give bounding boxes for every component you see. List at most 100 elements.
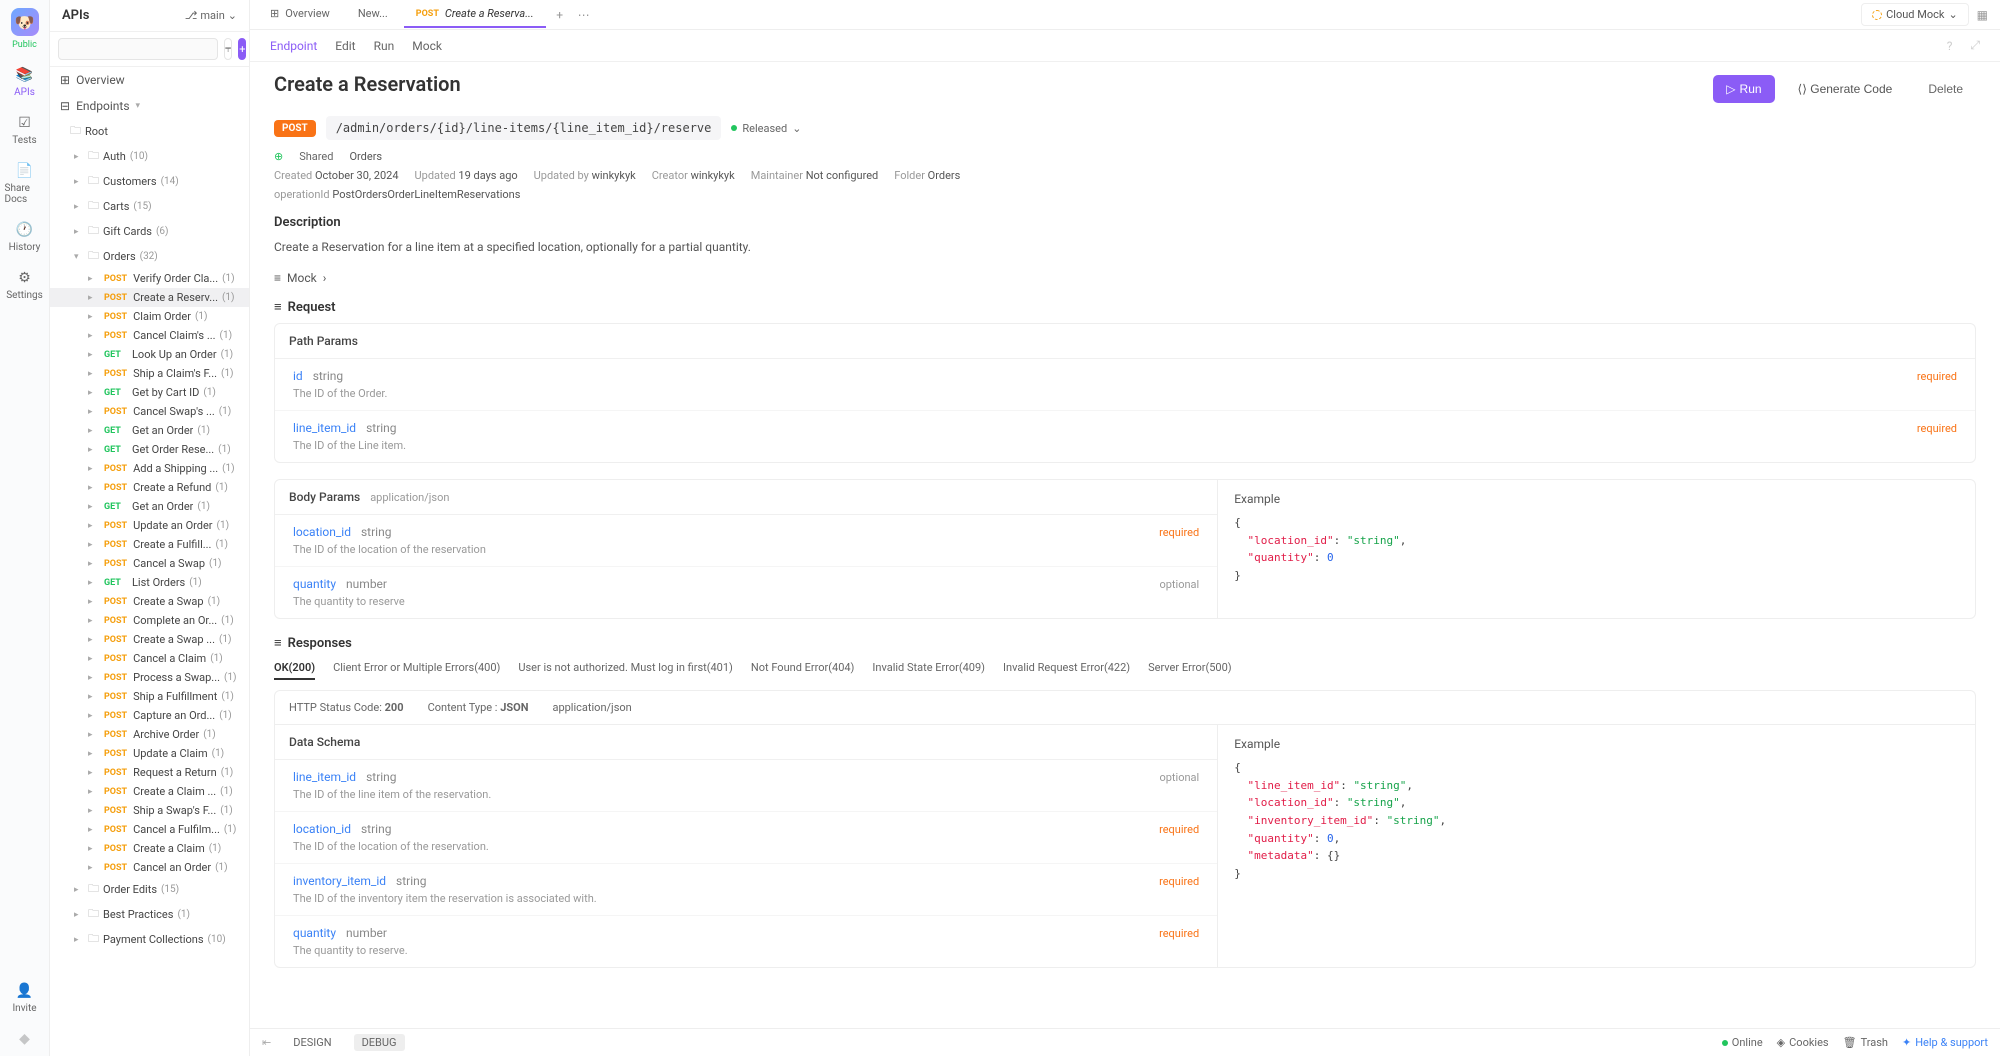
endpoint-row[interactable]: ▸POSTCreate a Claim ... (1): [50, 782, 249, 801]
folder-row[interactable]: ▸🗀Order Edits (15): [50, 877, 249, 902]
response-tabs: OK(200) Client Error or Multiple Errors(4…: [274, 661, 1976, 680]
endpoint-row[interactable]: ▸POSTVerify Order Cla... (1): [50, 269, 249, 288]
debug-tab[interactable]: DEBUG: [354, 1034, 405, 1051]
branch-selector[interactable]: ⎇ main ⌄: [185, 9, 237, 22]
folder-row[interactable]: ▸🗀Best Practices (1): [50, 902, 249, 927]
resp-ct: JSON: [500, 701, 528, 714]
generate-code-button[interactable]: ⟨⟩ Generate Code: [1785, 75, 1906, 103]
endpoint-row[interactable]: ▸POSTShip a Fulfillment (1): [50, 687, 249, 706]
folder-row[interactable]: ▸🗀Auth (10): [50, 144, 249, 169]
endpoint-row[interactable]: ▸GETLook Up an Order (1): [50, 345, 249, 364]
endpoint-row[interactable]: ▸GETList Orders (1): [50, 573, 249, 592]
subtab-run[interactable]: Run: [374, 39, 395, 53]
subtab-edit[interactable]: Edit: [335, 39, 355, 53]
help-button[interactable]: ✦ Help & support: [1902, 1036, 1988, 1049]
endpoint-row[interactable]: ▸POSTAdd a Shipping ... (1): [50, 459, 249, 478]
endpoint-row[interactable]: ▸POSTShip a Claim's F... (1): [50, 364, 249, 383]
design-tab[interactable]: DESIGN: [285, 1034, 339, 1051]
endpoint-row[interactable]: ▸POSTCapture an Ord... (1): [50, 706, 249, 725]
endpoint-row[interactable]: ▸GETGet by Cart ID (1): [50, 383, 249, 402]
endpoint-row[interactable]: ▸POSTCreate a Fulfill... (1): [50, 535, 249, 554]
response-tab[interactable]: User is not authorized. Must log in firs…: [518, 661, 733, 680]
response-tab[interactable]: Invalid Request Error(422): [1003, 661, 1130, 680]
endpoint-row[interactable]: ▸POSTUpdate an Order (1): [50, 516, 249, 535]
overview-label: Overview: [76, 73, 125, 87]
endpoint-row[interactable]: ▸POSTCreate a Claim (1): [50, 839, 249, 858]
mock-section-toggle[interactable]: ≡Mock›: [274, 271, 1976, 285]
endpoint-row[interactable]: ▸POSTCancel Claim's ... (1): [50, 326, 249, 345]
filter-button[interactable]: ⫧: [224, 38, 232, 60]
endpoint-row[interactable]: ▸POSTCreate a Swap (1): [50, 592, 249, 611]
endpoint-row[interactable]: ▸POSTCancel a Fulfilm... (1): [50, 820, 249, 839]
rail-apis[interactable]: 📚APIs: [5, 58, 45, 106]
sidebar-title: APIs: [62, 8, 177, 23]
help-icon[interactable]: ?: [1947, 39, 1953, 53]
endpoint-row[interactable]: ▸POSTCancel an Order (1): [50, 858, 249, 877]
endpoint-row[interactable]: ▸GETGet an Order (1): [50, 421, 249, 440]
search-input[interactable]: [58, 38, 218, 60]
invite-icon: 👤: [16, 982, 34, 1000]
rail-settings[interactable]: ⚙Settings: [5, 261, 45, 309]
add-button[interactable]: +: [238, 38, 246, 60]
add-tab-button[interactable]: +: [550, 5, 570, 25]
rail-apidog[interactable]: ◆: [5, 1022, 45, 1056]
folder-row[interactable]: ▸🗀Customers (14): [50, 169, 249, 194]
endpoint-row[interactable]: ▸POSTCancel a Swap (1): [50, 554, 249, 573]
endpoint-row[interactable]: ▸POSTCancel a Claim (1): [50, 649, 249, 668]
endpoint-tree: 🗀Root ▸🗀Auth (10)▸🗀Customers (14)▸🗀Carts…: [50, 119, 249, 1056]
response-tab[interactable]: Client Error or Multiple Errors(400): [333, 661, 500, 680]
response-tab[interactable]: OK(200): [274, 661, 315, 680]
endpoint-row[interactable]: ▸POSTProcess a Swap... (1): [50, 668, 249, 687]
rail-invite-label: Invite: [12, 1003, 36, 1014]
response-tab[interactable]: Invalid State Error(409): [872, 661, 985, 680]
endpoint-row[interactable]: ▸POSTShip a Swap's F... (1): [50, 801, 249, 820]
tab-active[interactable]: POSTCreate a Reserva...: [404, 1, 546, 28]
folder-row[interactable]: ▸🗀Gift Cards (6): [50, 219, 249, 244]
endpoint-row[interactable]: ▸POSTCancel Swap's ... (1): [50, 402, 249, 421]
subtab-mock[interactable]: Mock: [412, 39, 442, 53]
folder-row[interactable]: ▾🗀Orders (32): [50, 244, 249, 269]
tab-more-button[interactable]: ⋯: [574, 5, 594, 25]
rail-tests[interactable]: ☑Tests: [5, 106, 45, 154]
subtab-endpoint[interactable]: Endpoint: [270, 39, 317, 53]
endpoints-section[interactable]: ⊟Endpoints ▾: [50, 93, 249, 119]
rail-tests-label: Tests: [12, 135, 36, 146]
endpoint-row[interactable]: ▸POSTComplete an Or... (1): [50, 611, 249, 630]
response-tab[interactable]: Server Error(500): [1148, 661, 1231, 680]
root-node[interactable]: 🗀Root: [50, 119, 249, 144]
folder-row[interactable]: ▸🗀Payment Collections (10): [50, 927, 249, 952]
rail-history[interactable]: 🕐History: [5, 213, 45, 261]
response-tab[interactable]: Not Found Error(404): [751, 661, 855, 680]
endpoint-row[interactable]: ▸POSTUpdate a Claim (1): [50, 744, 249, 763]
folder-link[interactable]: Orders: [349, 150, 382, 163]
run-button[interactable]: ▷ Run: [1713, 75, 1774, 103]
delete-button[interactable]: Delete: [1915, 75, 1976, 103]
endpoint-row[interactable]: ▸POSTCreate a Refund (1): [50, 478, 249, 497]
url-path: /admin/orders/{id}/line-items/{line_item…: [326, 116, 722, 140]
main-area: ⊞Overview New... POSTCreate a Reserva...…: [250, 0, 2000, 1056]
endpoint-row[interactable]: ▸POSTArchive Order (1): [50, 725, 249, 744]
app-logo[interactable]: 🐶: [11, 8, 39, 36]
endpoint-row[interactable]: ▸POSTRequest a Return (1): [50, 763, 249, 782]
online-status[interactable]: Online: [1722, 1036, 1763, 1049]
trash-button[interactable]: 🗑 Trash: [1843, 1036, 1888, 1049]
endpoint-row[interactable]: ▸POSTCreate a Reserv... (1): [50, 288, 249, 307]
tab-overview[interactable]: ⊞Overview: [258, 1, 342, 28]
tab-new[interactable]: New...: [346, 1, 400, 28]
folder-row[interactable]: ▸🗀Carts (15): [50, 194, 249, 219]
environment-selector[interactable]: Cloud Mock ⌄: [1861, 3, 1969, 26]
endpoint-row[interactable]: ▸GETGet an Order (1): [50, 497, 249, 516]
endpoint-row[interactable]: ▸GETGet Order Rese... (1): [50, 440, 249, 459]
endpoint-row[interactable]: ▸POSTClaim Order (1): [50, 307, 249, 326]
overview-section[interactable]: ⊞Overview: [50, 67, 249, 93]
panel-collapse-icon[interactable]: ⇤: [262, 1036, 271, 1049]
endpoint-row[interactable]: ▸POSTCreate a Swap ... (1): [50, 630, 249, 649]
tab-overview-label: Overview: [285, 7, 330, 20]
rail-share[interactable]: 📄Share Docs: [5, 154, 45, 213]
cookies-button[interactable]: ◈ Cookies: [1777, 1036, 1829, 1049]
body-example-heading: Example: [1234, 492, 1959, 506]
expand-icon[interactable]: ⤢: [1970, 38, 1980, 53]
layout-toggle[interactable]: ▦: [1973, 4, 1992, 26]
release-status[interactable]: Released ⌄: [731, 122, 801, 135]
rail-invite[interactable]: 👤 Invite: [5, 974, 45, 1022]
